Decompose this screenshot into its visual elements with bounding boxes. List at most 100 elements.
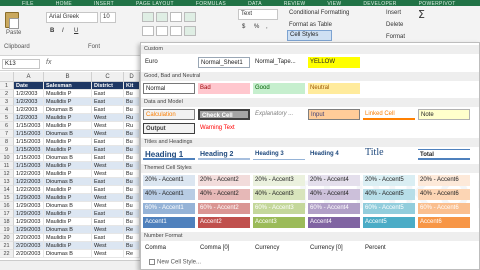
table-cell[interactable]: Dioumas B <box>44 202 92 210</box>
table-cell[interactable]: Maulidis P <box>44 146 92 154</box>
cell-style-data_model_row1-4[interactable]: Linked Cell <box>363 109 415 120</box>
column-header-c[interactable]: C <box>92 72 124 82</box>
table-cell[interactable]: 1/2/2003 <box>14 98 44 106</box>
table-cell[interactable]: Bu <box>124 178 140 186</box>
table-cell[interactable]: 1/29/2003 <box>14 218 44 226</box>
cell-style-themed_20-3[interactable]: 20% - Accent4 <box>308 175 360 186</box>
table-cell[interactable]: Bu <box>124 130 140 138</box>
cell-style-themed_40-2[interactable]: 40% - Accent3 <box>253 189 305 200</box>
table-cell[interactable]: West <box>92 194 124 202</box>
cell-style-data_model_row1-0[interactable]: Calculation <box>143 109 195 120</box>
align-left-icon[interactable] <box>142 26 154 36</box>
delete-button[interactable]: Delete <box>384 21 405 32</box>
cell-style-titles-3[interactable]: Heading 4 <box>308 149 360 160</box>
row-header[interactable]: 5 <box>0 114 14 122</box>
cell-style-themed_20-1[interactable]: 20% - Accent2 <box>198 175 250 186</box>
row-header[interactable]: 3 <box>0 98 14 106</box>
table-cell[interactable]: Maulidis P <box>44 210 92 218</box>
cell-style-themed_40-1[interactable]: 40% - Accent2 <box>198 189 250 200</box>
align-right-icon[interactable] <box>170 26 182 36</box>
cell-style-themed_acc-1[interactable]: Accent2 <box>198 217 250 228</box>
table-cell[interactable]: 1/29/2003 <box>14 194 44 202</box>
paste-icon[interactable] <box>5 12 19 29</box>
cell-style-titles-1[interactable]: Heading 2 <box>198 149 250 160</box>
table-cell[interactable]: Bu <box>124 218 140 226</box>
table-cell[interactable]: West <box>92 250 124 258</box>
percent-button[interactable]: % <box>252 23 261 34</box>
table-cell[interactable]: East <box>92 210 124 218</box>
cell-style-themed_60-4[interactable]: 60% - Accent5 <box>363 203 415 214</box>
row-header[interactable]: 21 <box>0 242 14 250</box>
align-middle-icon[interactable] <box>156 12 168 22</box>
row-header[interactable]: 17 <box>0 210 14 218</box>
cell-style-titles-0[interactable]: Heading 1 <box>143 149 195 160</box>
comma-button[interactable]: , <box>264 23 270 34</box>
table-cell[interactable]: 1/2/2003 <box>14 114 44 122</box>
table-cell[interactable]: Bu <box>124 170 140 178</box>
cell-style-themed_20-4[interactable]: 20% - Accent5 <box>363 175 415 186</box>
table-cell[interactable]: 1/15/2003 <box>14 130 44 138</box>
worksheet-grid[interactable]: A B C D 1 Date Salesman District Kit 2 1/2/2003 Mau… <box>0 72 140 270</box>
row-header[interactable]: 12 <box>0 170 14 178</box>
cell-style-good_bad-0[interactable]: Normal <box>143 83 195 94</box>
table-cell[interactable]: Bu <box>124 242 140 250</box>
row-header[interactable]: 7 <box>0 130 14 138</box>
italic-button[interactable]: I <box>60 27 66 38</box>
cell-style-themed_40-5[interactable]: 40% - Accent6 <box>418 189 470 200</box>
currency-button[interactable]: $ <box>240 23 247 34</box>
row-header[interactable]: 11 <box>0 162 14 170</box>
table-cell[interactable]: Dioumas B <box>44 154 92 162</box>
table-cell[interactable]: 1/22/2003 <box>14 186 44 194</box>
table-cell[interactable]: Maulidis P <box>44 234 92 242</box>
cell-style-data_model_row2-1[interactable]: Warning Text <box>198 123 250 134</box>
table-cell[interactable]: 1/22/2003 <box>14 170 44 178</box>
font-size-select[interactable]: 10 <box>100 12 116 23</box>
cell-style-data_model_row1-3[interactable]: Input <box>308 109 360 120</box>
cell-style-data_model_row1-2[interactable]: Explanatory ... <box>253 109 305 120</box>
row-header[interactable]: 9 <box>0 146 14 154</box>
cell-style-number-3[interactable]: Currency [0] <box>308 243 360 254</box>
cell-style-themed_acc-5[interactable]: Accent6 <box>418 217 470 228</box>
table-cell[interactable]: 2/20/2003 <box>14 242 44 250</box>
wrap-text-icon[interactable] <box>184 12 196 22</box>
table-cell[interactable]: 1/29/2003 <box>14 226 44 234</box>
table-cell[interactable]: Bu <box>124 210 140 218</box>
row-header[interactable]: 15 <box>0 194 14 202</box>
cell-style-themed_acc-4[interactable]: Accent5 <box>363 217 415 228</box>
table-cell[interactable]: West <box>92 130 124 138</box>
cell-style-themed_20-0[interactable]: 20% - Accent1 <box>143 175 195 186</box>
sheet-tab-bar[interactable] <box>0 260 140 270</box>
table-cell[interactable]: East <box>92 90 124 98</box>
table-cell[interactable]: East <box>92 154 124 162</box>
cell-style-number-2[interactable]: Currency <box>253 243 305 254</box>
cell-styles-button[interactable]: Cell Styles <box>287 30 332 41</box>
column-header-d[interactable]: D <box>124 72 140 82</box>
row-header[interactable]: 2 <box>0 90 14 98</box>
table-cell[interactable]: East <box>92 106 124 114</box>
table-cell[interactable]: Re <box>124 226 140 234</box>
cell-style-themed_40-0[interactable]: 40% - Accent1 <box>143 189 195 200</box>
underline-button[interactable]: U <box>72 27 80 38</box>
table-cell[interactable]: Maulidis P <box>44 242 92 250</box>
cell-style-number-0[interactable]: Comma <box>143 243 195 254</box>
cell-style-themed_20-2[interactable]: 20% - Accent3 <box>253 175 305 186</box>
new-cell-style-item[interactable]: New Cell Style... <box>149 259 201 266</box>
table-cell[interactable]: Ru <box>124 122 140 130</box>
table-cell[interactable]: West <box>92 162 124 170</box>
table-cell[interactable]: Bu <box>124 138 140 146</box>
table-cell[interactable]: Bu <box>124 162 140 170</box>
table-cell[interactable]: Maulidis P <box>44 138 92 146</box>
table-cell[interactable]: Bu <box>124 154 140 162</box>
table-cell[interactable]: West <box>92 242 124 250</box>
row-header[interactable]: 10 <box>0 154 14 162</box>
cell-style-titles-4[interactable]: Title <box>363 147 415 158</box>
row-header[interactable]: 4 <box>0 106 14 114</box>
table-cell[interactable]: Bu <box>124 146 140 154</box>
table-cell[interactable]: 2/20/2003 <box>14 250 44 258</box>
header-cell[interactable]: Kit <box>124 82 140 90</box>
align-bottom-icon[interactable] <box>170 12 182 22</box>
table-cell[interactable]: East <box>92 146 124 154</box>
table-cell[interactable]: 1/15/2003 <box>14 162 44 170</box>
row-header[interactable]: 14 <box>0 186 14 194</box>
table-cell[interactable]: East <box>92 138 124 146</box>
